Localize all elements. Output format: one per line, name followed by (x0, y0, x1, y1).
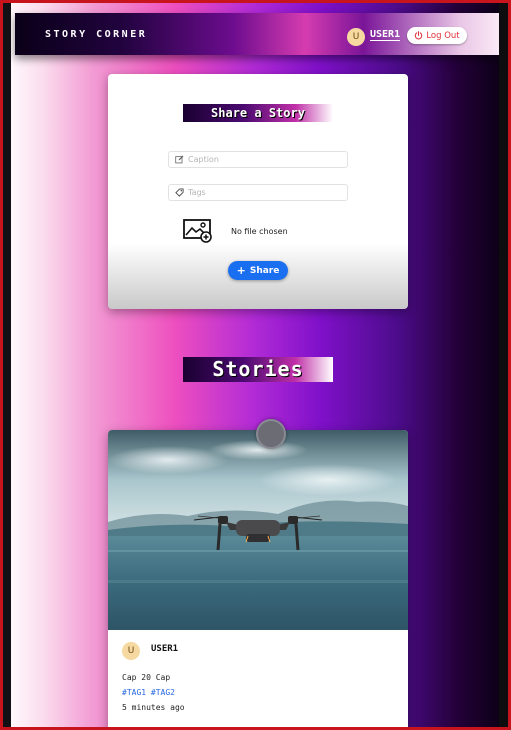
story-tags[interactable]: #TAG1 #TAG2 (122, 688, 175, 697)
logout-label: Log Out (426, 30, 460, 41)
nav-username-link[interactable]: USER1 (370, 29, 401, 41)
caption-field[interactable] (168, 151, 348, 168)
navbar: STORY CORNER U USER1 Log Out (15, 13, 499, 55)
story-author-avatar: U (122, 642, 140, 660)
share-button-label: Share (249, 265, 280, 276)
tag-icon (175, 188, 184, 197)
story-caption: Cap 20 Cap (122, 673, 171, 682)
app-window: STORY CORNER U USER1 Log Out Share a Sto… (0, 0, 511, 730)
share-button[interactable]: + Share (228, 261, 288, 280)
tags-field[interactable] (168, 184, 348, 201)
power-icon (415, 31, 423, 40)
edit-icon (175, 155, 184, 164)
stories-heading: Stories (183, 357, 333, 382)
user-avatar: U (347, 28, 365, 46)
file-status-text: No file chosen (231, 227, 288, 236)
caption-input[interactable] (188, 155, 338, 164)
logout-button[interactable]: Log Out (407, 27, 467, 44)
story-author-name[interactable]: USER1 (151, 644, 178, 654)
story-image (108, 430, 408, 630)
share-story-card: Share a Story No file chosen + (108, 74, 408, 309)
brand-logo[interactable]: STORY CORNER (45, 29, 147, 40)
share-story-title: Share a Story (183, 104, 333, 122)
loading-spinner (256, 419, 286, 449)
story-card: U USER1 Cap 20 Cap #TAG1 #TAG2 5 minutes… (108, 430, 408, 727)
add-image-icon[interactable] (183, 219, 213, 243)
tags-input[interactable] (188, 188, 338, 197)
plus-icon: + (236, 263, 246, 277)
story-timestamp: 5 minutes ago (122, 703, 185, 712)
